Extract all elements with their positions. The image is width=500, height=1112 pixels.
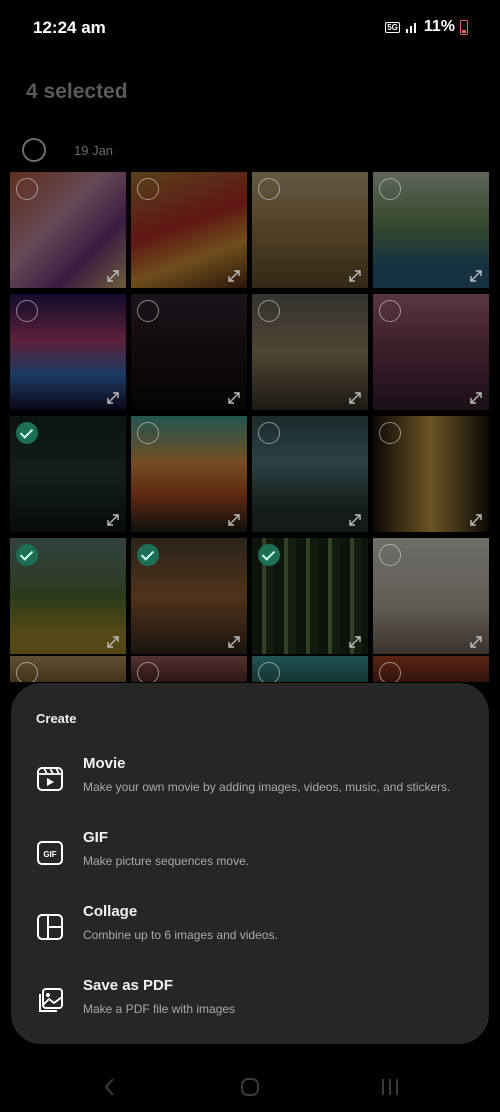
select-checkbox[interactable]: [379, 544, 401, 566]
expand-icon[interactable]: [469, 269, 483, 283]
expand-icon[interactable]: [348, 269, 362, 283]
thumbnail[interactable]: [373, 416, 489, 532]
option-title: Collage: [83, 903, 138, 920]
collage-icon: [37, 914, 63, 940]
expand-icon[interactable]: [469, 635, 483, 649]
create-collage-option[interactable]: Collage Combine up to 6 images and video…: [11, 903, 489, 963]
thumbnail[interactable]: [373, 656, 489, 682]
select-all-checkbox[interactable]: [22, 138, 46, 162]
gallery-view: 4 selected 19 Jan: [0, 56, 500, 706]
expand-icon[interactable]: [469, 513, 483, 527]
thumbnail[interactable]: [10, 656, 126, 682]
select-checkbox[interactable]: [379, 662, 401, 682]
select-checkbox[interactable]: [16, 300, 38, 322]
select-checkbox[interactable]: [137, 178, 159, 200]
expand-icon[interactable]: [227, 635, 241, 649]
option-title: GIF: [83, 829, 108, 846]
thumbnail-grid-partial-row: [10, 656, 490, 682]
thumbnail[interactable]: [131, 294, 247, 410]
expand-icon[interactable]: [227, 269, 241, 283]
expand-icon[interactable]: [469, 391, 483, 405]
expand-icon[interactable]: [106, 635, 120, 649]
movie-icon: [37, 767, 63, 791]
date-label: 19 Jan: [74, 142, 114, 158]
navigation-bar: [0, 1060, 500, 1112]
thumbnail[interactable]: [252, 538, 368, 654]
home-icon[interactable]: [238, 1076, 262, 1098]
option-description: Make picture sequences move.: [83, 854, 250, 868]
signal-icon: [405, 23, 416, 33]
expand-icon[interactable]: [227, 391, 241, 405]
thumbnail[interactable]: [252, 294, 368, 410]
create-bottom-sheet: Create Movie Make your own movie by addi…: [11, 683, 489, 1044]
thumbnail[interactable]: [252, 172, 368, 288]
select-checkbox[interactable]: [137, 662, 159, 682]
thumbnail[interactable]: [131, 656, 247, 682]
selection-count-title: 4 selected: [26, 80, 128, 103]
expand-icon[interactable]: [227, 513, 241, 527]
select-checkbox[interactable]: [379, 178, 401, 200]
thumbnail[interactable]: [373, 172, 489, 288]
back-icon[interactable]: [98, 1076, 122, 1098]
save-as-pdf-option[interactable]: Save as PDF Make a PDF file with images: [11, 977, 489, 1037]
thumbnail-grid: [10, 172, 490, 654]
thumbnail[interactable]: [131, 172, 247, 288]
select-checkbox[interactable]: [258, 662, 280, 682]
date-group-header: 19 Jan: [22, 138, 113, 162]
thumbnail[interactable]: [10, 294, 126, 410]
sheet-title: Create: [36, 711, 77, 726]
thumbnail[interactable]: [10, 172, 126, 288]
gif-icon: GIF: [37, 841, 63, 865]
select-checkbox[interactable]: [16, 662, 38, 682]
expand-icon[interactable]: [106, 269, 120, 283]
svg-text:GIF: GIF: [43, 850, 56, 859]
thumbnail[interactable]: [252, 416, 368, 532]
select-checkbox[interactable]: [137, 544, 159, 566]
pdf-icon: [39, 988, 63, 1012]
battery-percent: 11%: [423, 18, 455, 35]
option-title: Movie: [83, 755, 126, 772]
thumbnail[interactable]: [373, 538, 489, 654]
status-time: 12:24 am: [33, 18, 106, 37]
expand-icon[interactable]: [348, 391, 362, 405]
thumbnail[interactable]: [131, 538, 247, 654]
select-checkbox[interactable]: [16, 178, 38, 200]
select-checkbox[interactable]: [258, 178, 280, 200]
network-type: 5G: [385, 21, 400, 33]
select-checkbox[interactable]: [258, 544, 280, 566]
option-description: Combine up to 6 images and videos.: [83, 928, 278, 942]
select-checkbox[interactable]: [258, 422, 280, 444]
thumbnail[interactable]: [10, 416, 126, 532]
select-checkbox[interactable]: [137, 300, 159, 322]
select-checkbox[interactable]: [258, 300, 280, 322]
option-description: Make a PDF file with images: [83, 1002, 236, 1016]
thumbnail[interactable]: [131, 416, 247, 532]
select-checkbox[interactable]: [379, 422, 401, 444]
thumbnail[interactable]: [252, 656, 368, 682]
create-movie-option[interactable]: Movie Make your own movie by adding imag…: [11, 755, 489, 815]
thumbnail[interactable]: [10, 538, 126, 654]
select-checkbox[interactable]: [16, 544, 38, 566]
status-bar: 12:24 am 5G 11%: [0, 0, 500, 56]
expand-icon[interactable]: [348, 513, 362, 527]
select-checkbox[interactable]: [379, 300, 401, 322]
option-description: Make your own movie by adding images, vi…: [83, 780, 451, 794]
expand-icon[interactable]: [106, 513, 120, 527]
select-checkbox[interactable]: [137, 422, 159, 444]
option-title: Save as PDF: [83, 977, 174, 994]
thumbnail[interactable]: [373, 294, 489, 410]
expand-icon[interactable]: [106, 391, 120, 405]
expand-icon[interactable]: [348, 635, 362, 649]
create-gif-option[interactable]: GIF GIF Make picture sequences move.: [11, 829, 489, 889]
select-checkbox[interactable]: [16, 422, 38, 444]
battery-icon: [460, 19, 468, 35]
recent-apps-icon[interactable]: [378, 1076, 402, 1098]
status-indicators: 5G 11%: [385, 18, 468, 36]
